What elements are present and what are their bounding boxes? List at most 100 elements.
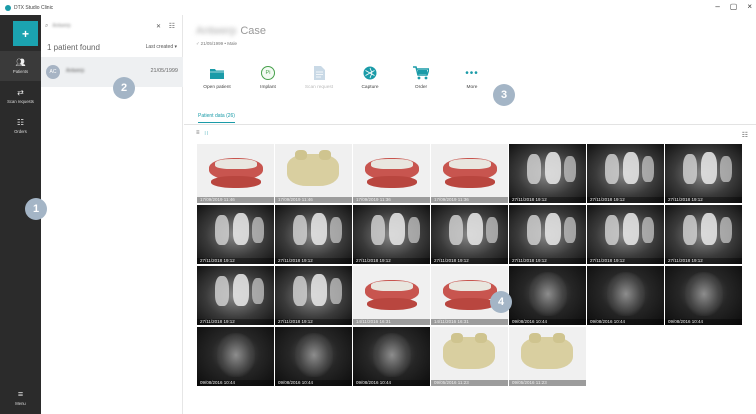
thumbnail-date: 17/09/2019 11:46 — [275, 197, 352, 203]
data-thumbnail[interactable]: 09/08/2016 10:44 — [275, 327, 352, 386]
case-label: Case — [240, 25, 267, 37]
sort-dropdown[interactable]: Last created ▾ — [146, 44, 177, 50]
nav-item-orders[interactable]: ☷ Orders — [0, 111, 41, 141]
aperture-icon — [362, 65, 378, 81]
patients-icon: 👥︎ — [15, 57, 26, 67]
callout-marker: 1 — [25, 198, 47, 220]
thumbnail-date: 14/11/2016 16:31 — [353, 319, 430, 325]
close-button[interactable]: × — [747, 2, 752, 11]
add-button[interactable]: + — [13, 21, 38, 46]
data-thumbnail[interactable]: 27/11/2018 19:12 — [275, 266, 352, 325]
implant-button[interactable]: Pi Implant — [243, 65, 293, 101]
case-subtitle: ♂ 21/05/1999 • Male — [196, 41, 237, 46]
thumbnail-date: 09/05/2016 11:23 — [509, 380, 586, 386]
data-thumbnail[interactable]: 17/09/2019 11:46 — [275, 144, 352, 203]
window-controls: – ▢ × — [715, 2, 752, 11]
nav-item-label: Orders — [14, 128, 27, 134]
data-thumbnail[interactable]: 27/11/2018 19:12 — [197, 266, 274, 325]
search-input[interactable]: Antwerp — [52, 23, 70, 29]
thumbnail-date: 27/11/2018 19:12 — [431, 258, 508, 264]
data-thumbnail[interactable]: 27/11/2018 19:12 — [509, 205, 586, 264]
data-thumbnail[interactable]: 09/08/2016 10:44 — [665, 266, 742, 325]
thumbnail-date: 09/08/2016 10:44 — [275, 380, 352, 386]
thumbnail-date: 27/11/2018 19:12 — [665, 258, 742, 264]
implant-icon: Pi — [260, 65, 276, 81]
data-thumbnail[interactable]: 27/11/2018 19:12 — [587, 144, 664, 203]
thumbnail-date: 17/09/2019 11:46 — [197, 197, 274, 203]
thumbnail-date: 27/11/2018 19:12 — [587, 258, 664, 264]
grid-view-icon[interactable]: ∷ — [205, 130, 209, 137]
nav-item-label: Scan requests — [7, 98, 34, 104]
data-thumbnail[interactable]: 27/11/2018 19:12 — [509, 144, 586, 203]
callout-marker: 4 — [490, 291, 512, 313]
menu-label: Menu — [15, 401, 26, 406]
data-thumbnail[interactable]: 27/11/2018 19:12 — [665, 144, 742, 203]
data-thumbnail[interactable]: 27/11/2018 19:12 — [587, 205, 664, 264]
thumbnail-date: 27/11/2018 19:12 — [665, 197, 742, 203]
tool-label: Scan request — [304, 85, 334, 90]
search-icon: ⌕ — [45, 22, 49, 29]
folder-icon — [209, 65, 225, 81]
patients-found-count: 1 patient found — [47, 43, 100, 52]
callout-marker: 2 — [113, 77, 135, 99]
data-thumbnail[interactable]: 09/08/2016 10:44 — [197, 327, 274, 386]
thumbnail-date: 27/11/2018 19:12 — [587, 197, 664, 203]
data-thumbnail[interactable]: 09/05/2016 11:23 — [509, 327, 586, 386]
clear-search-icon[interactable]: ✕ — [156, 23, 161, 30]
tool-label: Capture — [361, 85, 379, 90]
tool-label: More — [466, 85, 478, 90]
view-toggle: ≡ ∷ — [196, 130, 208, 137]
data-thumbnail[interactable]: 14/11/2016 16:31 — [353, 266, 430, 325]
open-patient-button[interactable]: Open patient — [192, 65, 242, 101]
nav-item-patients[interactable]: 👥︎ Patients — [0, 51, 41, 81]
thumbnail-date: 09/08/2016 10:44 — [197, 380, 274, 386]
cart-icon — [413, 65, 429, 81]
orders-icon: ☷ — [16, 117, 25, 127]
data-thumbnail[interactable]: 27/11/2018 19:12 — [197, 205, 274, 264]
menu-button[interactable]: ≡ Menu — [0, 385, 41, 411]
more-icon: ••• — [465, 67, 479, 79]
minimize-button[interactable]: – — [715, 2, 719, 11]
thumbnail-date: 27/11/2018 19:12 — [275, 258, 352, 264]
tab-patient-data[interactable]: Patient data (26) — [198, 113, 235, 123]
data-thumbnail[interactable]: 27/11/2018 19:12 — [275, 205, 352, 264]
order-button[interactable]: Order — [396, 65, 446, 101]
title-bar: DTX Studio Clinic – ▢ × — [0, 0, 756, 15]
data-thumbnail[interactable]: 17/09/2019 11:46 — [197, 144, 274, 203]
data-thumbnail[interactable]: 27/11/2018 19:12 — [665, 205, 742, 264]
document-icon — [311, 65, 327, 81]
thumbnail-date: 27/11/2018 19:12 — [275, 319, 352, 325]
thumbnail-date: 09/08/2016 10:44 — [509, 319, 586, 325]
data-thumbnail[interactable]: 17/09/2019 11:36 — [353, 144, 430, 203]
tab-bar: Patient data (26) — [184, 111, 756, 125]
data-thumbnail[interactable]: 17/09/2019 11:36 — [431, 144, 508, 203]
case-detail: Antwerp Case ♂ 21/05/1999 • Male Open pa… — [184, 15, 756, 414]
thumbnail-date: 09/08/2016 10:44 — [587, 319, 664, 325]
data-thumbnail[interactable]: 09/08/2016 10:44 — [353, 327, 430, 386]
data-thumbnail[interactable]: 09/08/2016 10:44 — [587, 266, 664, 325]
list-view-icon[interactable]: ≡ — [196, 130, 200, 137]
thumbnail-date: 14/11/2016 16:31 — [431, 319, 508, 325]
page-title: Antwerp Case — [196, 25, 266, 37]
data-thumbnail[interactable]: 27/11/2018 19:12 — [431, 205, 508, 264]
data-thumbnail[interactable]: 09/05/2016 11:23 — [431, 327, 508, 386]
capture-button[interactable]: Capture — [345, 65, 395, 101]
search-bar[interactable]: ⌕ Antwerp ✕ ☷ — [45, 19, 179, 33]
nav-item-scan-requests[interactable]: ⇄ Scan requests — [0, 81, 41, 111]
data-thumbnail[interactable]: 27/11/2018 19:12 — [353, 205, 430, 264]
data-thumbnail[interactable]: 09/08/2016 10:44 — [509, 266, 586, 325]
tool-label: Implant — [260, 85, 276, 90]
patient-birthdate: 21/05/1999 — [150, 68, 178, 74]
thumbnail-date: 09/05/2016 11:23 — [431, 380, 508, 386]
maximize-button[interactable]: ▢ — [730, 2, 738, 11]
scan-request-button[interactable]: Scan request — [294, 65, 344, 101]
nav-item-label: Patients — [12, 68, 29, 74]
sliders-icon[interactable]: ☷ — [742, 131, 748, 139]
thumbnail-date: 27/11/2018 19:12 — [509, 258, 586, 264]
thumbnail-date: 17/09/2019 11:36 — [431, 197, 508, 203]
more-button[interactable]: ••• More — [447, 65, 497, 101]
filter-icon[interactable]: ☷ — [169, 22, 175, 30]
app-logo-icon — [5, 4, 11, 11]
patient-row[interactable]: AC Antwerp 21/05/1999 — [41, 57, 183, 87]
thumbnail-date: 17/09/2019 11:36 — [353, 197, 430, 203]
